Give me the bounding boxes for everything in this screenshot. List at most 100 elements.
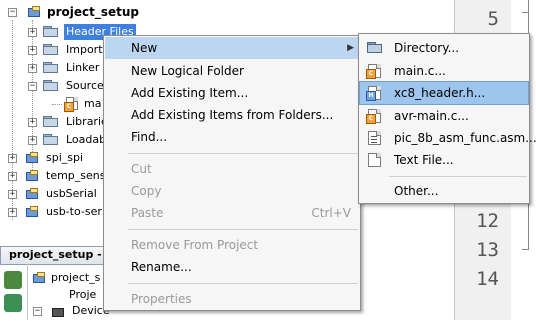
project-icon <box>26 170 40 182</box>
asm-file-icon <box>368 131 381 145</box>
submenu-item-label: avr-main.c... <box>394 109 469 123</box>
menu-item-shortcut: Ctrl+V <box>311 206 351 220</box>
line-number: 12 <box>476 210 499 232</box>
tab-navigator[interactable]: project_setup - <box>0 246 106 264</box>
submenu-item-avr-main-c[interactable]: C avr-main.c... <box>360 105 528 127</box>
collapse-toggle-icon[interactable]: − <box>33 307 42 316</box>
expand-toggle-icon[interactable]: + <box>28 118 37 127</box>
menu-item-find[interactable]: Find... <box>105 126 359 148</box>
new-submenu: Directory... C main.c... H xc8_header.h.… <box>358 33 536 204</box>
submenu-item-label: main.c... <box>394 64 446 78</box>
menu-item-rename[interactable]: Rename... <box>105 256 359 278</box>
submenu-item-label: Directory... <box>394 41 460 55</box>
collapse-toggle-icon[interactable]: − <box>8 8 17 17</box>
menu-separator <box>128 283 358 284</box>
folder-icon <box>367 42 382 54</box>
submenu-item-text-file[interactable]: Text File... <box>360 149 528 171</box>
menu-item-label: Properties <box>131 292 192 306</box>
line-number: 13 <box>476 239 499 261</box>
submenu-item-directory[interactable]: Directory... <box>360 37 528 59</box>
c-file-icon: C <box>366 64 381 79</box>
text-file-icon <box>368 153 381 167</box>
menu-item-label: New <box>131 41 158 55</box>
expand-toggle-icon[interactable]: + <box>8 172 17 181</box>
folder-icon <box>43 80 58 92</box>
menu-item-label: Paste <box>131 206 164 220</box>
menu-item-cut[interactable]: Cut <box>105 158 359 180</box>
menu-item-label: New Logical Folder <box>131 64 244 78</box>
submenu-item-label: xc8_header.h... <box>394 86 486 100</box>
expand-toggle-icon[interactable]: + <box>28 28 37 37</box>
project-name: usbSerial <box>46 187 97 200</box>
menu-separator <box>128 153 358 154</box>
project-icon <box>26 152 40 164</box>
menu-separator <box>389 176 527 177</box>
expand-toggle-icon[interactable]: + <box>8 190 17 199</box>
navigator-item-label: Proje <box>69 288 97 301</box>
project-name: project_setup <box>47 5 140 19</box>
folder-icon <box>43 44 58 56</box>
folder-icon <box>43 62 58 74</box>
menu-item-label: Add Existing Items from Folders... <box>131 108 334 122</box>
project-icon <box>33 272 47 284</box>
submenu-item-other[interactable]: Other... <box>360 180 528 202</box>
h-file-icon: H <box>366 86 381 101</box>
submenu-item-xc8-header[interactable]: H xc8_header.h... <box>359 81 529 105</box>
tree-item-label: Librarie <box>66 115 108 128</box>
menu-item-label: Remove From Project <box>131 238 259 252</box>
project-name: temp_sens <box>46 169 106 182</box>
tree-item-label: ma <box>84 97 102 110</box>
tree-item-label: Linker <box>66 61 100 74</box>
menu-item-new-logical-folder[interactable]: New Logical Folder <box>105 60 359 82</box>
submenu-item-label: Other... <box>394 184 439 198</box>
refresh-icon[interactable] <box>4 294 22 312</box>
submenu-item-label: pic_8b_asm_func.asm... <box>394 131 536 145</box>
expand-toggle-icon[interactable]: + <box>8 154 17 163</box>
project-name: usb-to-ser <box>46 205 102 218</box>
expand-toggle-icon[interactable]: + <box>8 208 17 217</box>
project-icon <box>28 6 42 18</box>
c-file-icon: C <box>366 109 381 124</box>
expand-toggle-icon[interactable]: + <box>28 64 37 73</box>
c-file-icon: C <box>64 97 78 112</box>
context-menu: New ▶ New Logical Folder Add Existing It… <box>103 35 361 311</box>
expand-toggle-icon[interactable]: + <box>28 136 37 145</box>
navigator-item-label: project_s <box>51 271 101 284</box>
folder-icon <box>43 134 58 146</box>
folder-icon <box>43 26 58 38</box>
code-fold-guide <box>522 249 528 250</box>
menu-item-properties[interactable]: Properties <box>105 288 359 310</box>
menu-item-label: Copy <box>131 184 162 198</box>
tree-guide-line <box>32 20 33 170</box>
project-name: spi_spi <box>46 151 84 164</box>
project-icon <box>26 206 40 218</box>
menu-item-label: Find... <box>131 130 168 144</box>
menu-item-new[interactable]: New ▶ <box>105 37 359 59</box>
menu-item-add-existing-item[interactable]: Add Existing Item... <box>105 82 359 104</box>
menu-item-add-existing-items-from-folders[interactable]: Add Existing Items from Folders... <box>105 104 359 126</box>
submenu-item-label: Text File... <box>394 153 454 167</box>
code-fold-guide <box>522 12 528 13</box>
menu-item-label: Cut <box>131 162 152 176</box>
menu-item-label: Add Existing Item... <box>131 86 249 100</box>
submenu-item-main-c[interactable]: C main.c... <box>360 60 528 82</box>
expand-toggle-icon[interactable]: + <box>28 46 37 55</box>
submenu-item-pic-asm[interactable]: pic_8b_asm_func.asm... <box>360 127 536 149</box>
submenu-arrow-icon: ▶ <box>347 43 354 53</box>
navigator-divider <box>27 264 28 320</box>
project-icon <box>26 188 40 200</box>
line-number: 5 <box>487 8 499 30</box>
settings-tool-icon[interactable] <box>4 271 22 289</box>
collapse-toggle-icon[interactable]: − <box>28 82 37 91</box>
menu-item-remove-from-project[interactable]: Remove From Project <box>105 234 359 256</box>
folder-icon <box>43 116 58 128</box>
tree-item-label: Loadab <box>66 133 107 146</box>
menu-separator <box>128 229 358 230</box>
line-number: 14 <box>476 268 499 290</box>
menu-item-paste[interactable]: Paste Ctrl+V <box>105 202 359 224</box>
project-tree[interactable]: − project_setup + Header Files + Importa… <box>0 0 139 242</box>
chip-icon <box>52 306 66 318</box>
menu-item-copy[interactable]: Copy <box>105 180 359 202</box>
tree-guide-line <box>52 104 62 105</box>
tree-item-label: Source <box>66 79 104 92</box>
